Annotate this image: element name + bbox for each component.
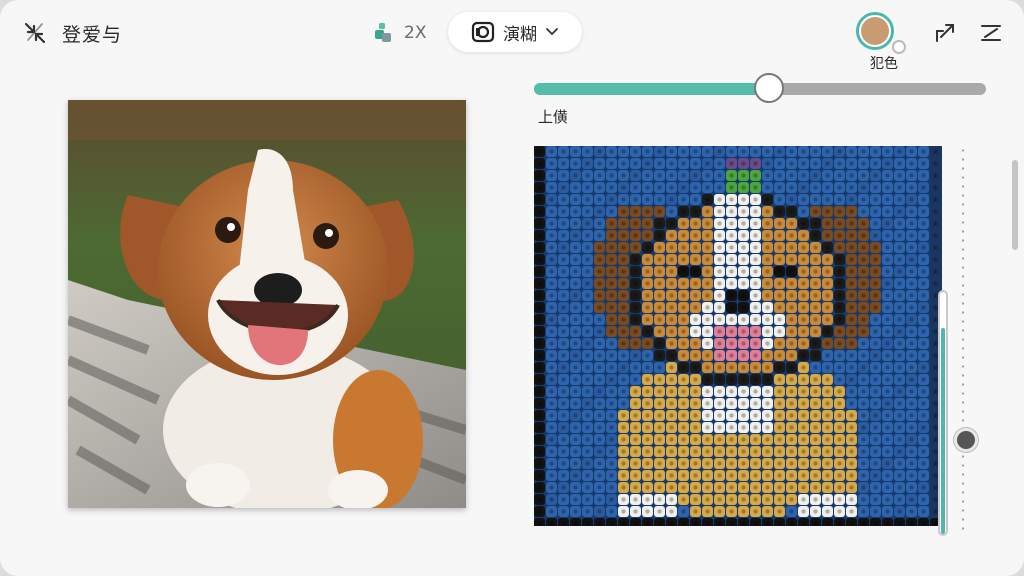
slider-thumb[interactable] [754,73,785,103]
mode-dropdown[interactable]: 演糊 [448,12,582,52]
share-arrow-icon [936,24,954,42]
size-slider[interactable] [534,73,986,103]
menu-icon [981,25,1001,41]
size-label: 上僙 [538,108,569,126]
mode-label: 演糊 [503,24,537,45]
vertical-slider-fill [941,328,945,534]
pixel-art-preview [534,146,942,526]
share-button[interactable] [930,18,960,48]
color-label: 犯色 [870,56,898,72]
vertical-slider-knob[interactable] [954,428,978,452]
top-bar: 登爱与 2X 演糊 犯色 [0,0,1024,72]
collapse-arrows-icon [24,22,46,44]
app-title: 登爱与 [62,24,123,46]
swatch-fill [861,17,889,45]
menu-button[interactable] [976,18,1006,48]
cube-stack-icon [375,23,391,42]
back-button[interactable] [20,18,50,48]
swatch-indicator-dot [892,40,906,54]
color-swatch [856,12,894,50]
guide-line [962,146,964,536]
scrollbar-thumb[interactable] [1012,160,1018,250]
multiplier-control[interactable]: 2X [372,18,426,48]
vertical-slider[interactable] [932,290,954,540]
chevron-down-icon [546,28,558,36]
multiplier-label: 2X [404,23,427,43]
slider-fill [534,83,770,95]
app-window: 登爱与 2X 演糊 犯色 上僙 [0,0,1024,576]
original-photo [68,100,466,508]
camera-lens-icon [471,21,495,43]
color-picker[interactable]: 犯色 [854,10,910,72]
